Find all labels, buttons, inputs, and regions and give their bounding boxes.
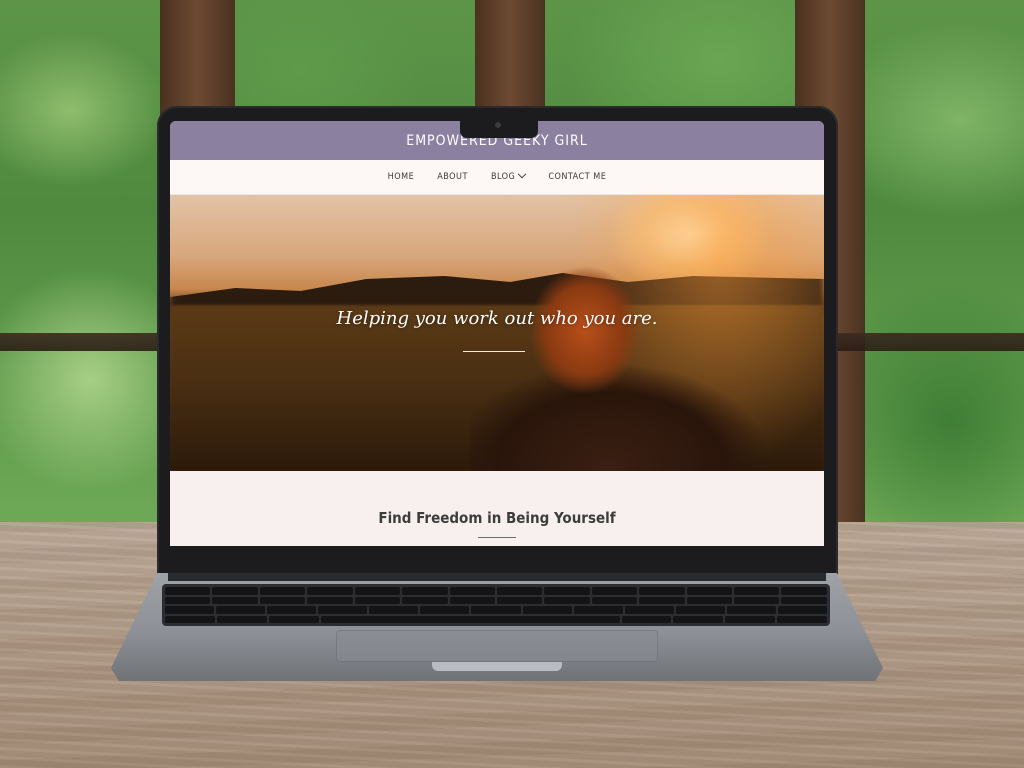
hero-tagline: Helping you work out who you are. xyxy=(336,308,658,329)
nav-item-home[interactable]: HOME xyxy=(388,172,415,182)
nav-item-label: ABOUT xyxy=(437,172,468,182)
hero-banner: Helping you work out who you are. xyxy=(170,195,824,471)
nav-item-about[interactable]: ABOUT xyxy=(437,172,468,182)
laptop-keyboard xyxy=(162,584,830,626)
hero-photo-woman xyxy=(470,265,815,471)
nav-item-label: HOME xyxy=(387,172,415,182)
hero-divider xyxy=(463,351,525,352)
laptop-screen: EMPOWERED GEEKY GIRL HOME ABOUT BLOG CON… xyxy=(170,121,824,546)
camera-icon xyxy=(495,122,501,128)
nav-item-label: BLOG xyxy=(490,172,516,182)
nav-item-blog[interactable]: BLOG xyxy=(490,169,527,182)
intro-heading: Find Freedom in Being Yourself xyxy=(378,509,616,527)
nav-item-label: CONTACT ME xyxy=(548,172,607,182)
laptop-lip xyxy=(432,662,562,671)
chevron-down-icon xyxy=(518,169,527,179)
laptop-hinge xyxy=(168,573,826,581)
laptop-trackpad xyxy=(336,630,658,662)
intro-section: Find Freedom in Being Yourself xyxy=(170,471,824,546)
main-nav: HOME ABOUT BLOG CONTACT ME xyxy=(170,160,824,195)
nav-item-contact[interactable]: CONTACT ME xyxy=(548,172,606,182)
intro-divider xyxy=(478,537,516,538)
